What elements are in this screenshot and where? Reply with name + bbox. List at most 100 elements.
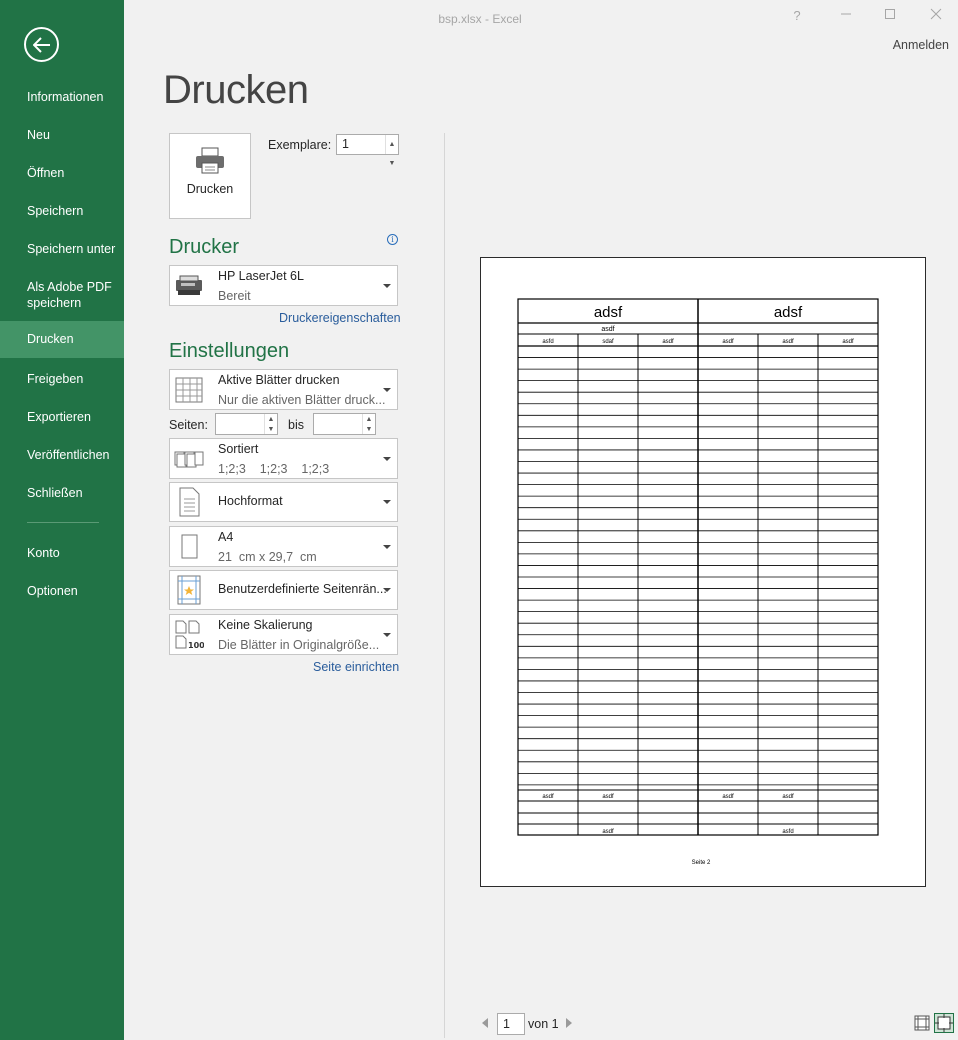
sheet-cell-label: asdf (722, 794, 734, 800)
sheet-cell-label: asdf (542, 794, 554, 800)
collate-sub: 1;2;3 1;2;3 1;2;3 (218, 462, 330, 476)
paper-size-dropdown[interactable]: A4 21 cm x 29,7 cm (169, 526, 398, 567)
active-sheets-icon (175, 377, 203, 402)
maximize-button[interactable] (879, 6, 901, 26)
pages-to-spinner[interactable]: ▲ ▼ (362, 414, 375, 434)
sheet-cell-label: asdf (602, 794, 614, 800)
pages-to-label: bis (288, 418, 304, 432)
sheet-header-left: adsf (594, 304, 623, 321)
chevron-down-icon (383, 544, 391, 549)
chevron-down-icon (383, 387, 391, 392)
page-total: von 1 (528, 1017, 559, 1031)
close-button[interactable] (925, 6, 947, 26)
paper-icon (181, 534, 198, 558)
minimize-button[interactable] (835, 6, 857, 26)
copies-value: 1 (342, 137, 349, 151)
maximize-icon (885, 9, 895, 19)
print-preview-page: adsf adsf asdf asfd sdaf asdf asdf asdf asdf asdf… (480, 257, 926, 887)
copies-input[interactable]: 1 ▲ ▼ (336, 134, 399, 167)
scaling-main: Keine Skalierung (218, 618, 313, 632)
sidebar-item-schliessen[interactable]: Schließen (0, 485, 124, 501)
print-button[interactable]: Drucken (169, 133, 251, 219)
pages-label: Seiten: (169, 418, 208, 432)
sheet-column-label: asdf (842, 339, 854, 345)
printer-icon (196, 147, 224, 174)
collate-dropdown[interactable]: Sortiert 1;2;3 1;2;3 1;2;3 (169, 438, 398, 479)
zoom-to-page-icon[interactable] (934, 1013, 954, 1033)
copies-label: Exemplare: (268, 138, 332, 152)
print-button-label: Drucken (186, 182, 234, 196)
sheet-column-label: asdf (782, 339, 794, 345)
sidebar-item-adobe-pdf[interactable]: Als Adobe PDF speichern (0, 279, 124, 311)
sheet-footer: Seite 2 (692, 860, 711, 866)
print-what-sub: Nur die aktiven Blätter druck... (218, 393, 386, 407)
printer-name: HP LaserJet 6L (218, 269, 304, 283)
printer-dropdown[interactable]: HP LaserJet 6L Bereit (169, 265, 398, 306)
printer-status: Bereit (218, 289, 251, 303)
page-title: Drucken (163, 68, 309, 112)
window-title: bsp.xlsx - Excel (438, 12, 522, 26)
paper-main: A4 (218, 530, 234, 544)
sidebar-item-speichern[interactable]: Speichern (0, 203, 124, 219)
sheet-cell-label: asdf (602, 829, 614, 835)
current-page-input[interactable]: 1 (497, 1013, 525, 1035)
sidebar-item-optionen[interactable]: Optionen (0, 583, 124, 599)
sidebar-item-exportieren[interactable]: Exportieren (0, 409, 124, 425)
sidebar-item-neu[interactable]: Neu (0, 127, 124, 143)
sheet-cell-label: asdf (782, 794, 794, 800)
sidebar-divider (27, 522, 99, 523)
portrait-icon (179, 487, 200, 517)
svg-text:100: 100 (188, 641, 204, 650)
sheet-column-label: asfd (542, 339, 553, 345)
sidebar-item-speichern-unter[interactable]: Speichern unter (0, 241, 124, 257)
signin-link[interactable]: Anmelden (893, 38, 949, 52)
pages-from-spinner[interactable]: ▲ ▼ (264, 414, 277, 434)
next-page-icon[interactable] (566, 1018, 572, 1028)
close-icon (930, 8, 942, 20)
paper-sub: 21 cm x 29,7 cm (218, 550, 317, 564)
sidebar-item-drucken[interactable]: Drucken (0, 321, 124, 358)
backstage-sidebar: Informationen Neu Öffnen Speichern Speic… (0, 0, 124, 1040)
show-margins-icon[interactable] (913, 1014, 931, 1032)
sidebar-item-informationen[interactable]: Informationen (0, 89, 124, 105)
orientation-main: Hochformat (218, 494, 283, 508)
chevron-down-icon (383, 632, 391, 637)
page-setup-link[interactable]: Seite einrichten (313, 660, 399, 674)
back-button[interactable] (24, 27, 59, 62)
copies-spinner[interactable]: ▲ ▼ (385, 135, 398, 167)
print-what-dropdown[interactable]: Aktive Blätter drucken Nur die aktiven B… (169, 369, 398, 410)
prev-page-icon[interactable] (482, 1018, 488, 1028)
sidebar-item-veroeffentlichen[interactable]: Veröffentlichen (0, 447, 124, 463)
no-scaling-icon: 100 (175, 620, 204, 650)
sidebar-item-konto[interactable]: Konto (0, 545, 124, 561)
print-what-main: Aktive Blätter drucken (218, 373, 340, 387)
sheet-header-right: adsf (774, 304, 803, 321)
minimize-icon (841, 13, 851, 15)
chevron-down-icon (383, 456, 391, 461)
sheet-cell-label: asfd (782, 829, 793, 835)
info-icon[interactable]: i (387, 234, 398, 245)
laser-printer-icon (176, 275, 202, 295)
orientation-dropdown[interactable]: Hochformat (169, 482, 398, 522)
printer-heading: Drucker (169, 236, 240, 258)
custom-margins-icon (177, 575, 201, 605)
pages-from-input[interactable]: ▲ ▼ (215, 413, 278, 435)
preview-sheet: adsf adsf asdf asfd sdaf asdf asdf asdf asdf asdf… (517, 298, 879, 866)
sidebar-item-oeffnen[interactable]: Öffnen (0, 165, 124, 181)
sidebar-item-freigeben[interactable]: Freigeben (0, 371, 124, 387)
scaling-dropdown[interactable]: 100 Keine Skalierung Die Blätter in Orig… (169, 614, 398, 655)
margins-dropdown[interactable]: Benutzerdefinierte Seitenrän... (169, 570, 398, 610)
chevron-down-icon (383, 500, 391, 504)
printer-properties-link[interactable]: Druckereigenschaften (279, 311, 401, 325)
back-arrow-icon (32, 36, 50, 53)
settings-heading: Einstellungen (169, 340, 290, 362)
sheet-column-label: asdf (662, 339, 674, 345)
chevron-down-icon (383, 588, 391, 592)
collate-main: Sortiert (218, 442, 259, 456)
margins-main: Benutzerdefinierte Seitenrän... (218, 582, 387, 596)
sheet-subheader-left: asdf (601, 326, 614, 333)
pages-to-input[interactable]: ▲ ▼ (313, 413, 376, 435)
sheet-column-label: sdaf (602, 339, 614, 345)
panel-divider (444, 133, 445, 1038)
help-button[interactable]: ? (786, 6, 808, 26)
